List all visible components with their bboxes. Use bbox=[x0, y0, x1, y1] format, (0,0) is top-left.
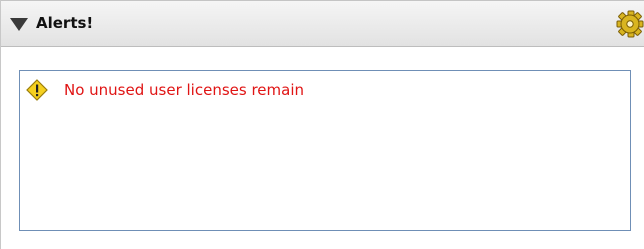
alert-message: No unused user licenses remain bbox=[64, 81, 304, 99]
settings-button[interactable] bbox=[615, 9, 644, 39]
panel-header: Alerts! bbox=[1, 0, 644, 47]
collapse-toggle[interactable] bbox=[8, 14, 30, 34]
panel-title: Alerts! bbox=[36, 14, 94, 32]
warning-icon bbox=[26, 79, 48, 101]
alert-item: No unused user licenses remain bbox=[26, 79, 304, 101]
triangle-down-icon bbox=[10, 18, 28, 31]
alerts-panel: Alerts! No unused user licenses remain bbox=[0, 0, 644, 249]
alert-list: No unused user licenses remain bbox=[19, 70, 631, 231]
gear-icon bbox=[616, 10, 644, 38]
